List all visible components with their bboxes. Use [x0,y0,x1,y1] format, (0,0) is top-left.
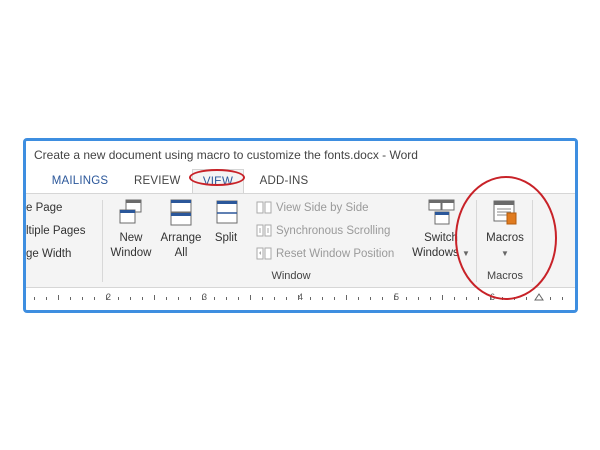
tab-mailings[interactable]: MAILINGS [50,169,110,193]
ruler-tick [406,297,407,300]
ruler-tick [382,297,383,300]
synchronous-scrolling-button[interactable]: Synchronous Scrolling [256,224,390,237]
ruler-tick [82,297,83,300]
new-window-label-2: Window [110,247,152,259]
ruler-tick [166,297,167,300]
split-icon [216,200,238,224]
ruler-tick [322,297,323,300]
ruler-tick [226,297,227,300]
ruler-tick [250,295,251,300]
ruler-tick [202,295,203,300]
ruler-tick [154,295,155,300]
arrange-all-icon [170,199,192,226]
one-page-button[interactable]: e Page [26,202,62,214]
ruler-tick [34,297,35,300]
ruler-tick [550,297,551,300]
ruler-tick [238,297,239,300]
ruler-tick [526,297,527,300]
ruler-tick [286,297,287,300]
ruler-tick [430,297,431,300]
ruler-tick [454,297,455,300]
synchronous-scrolling-icon [256,224,272,237]
ruler-tick [394,295,395,300]
indent-marker-icon[interactable] [534,293,544,301]
new-window-button[interactable]: New Window [106,198,156,261]
ruler-tick [70,297,71,300]
multiple-pages-button[interactable]: ltiple Pages [26,225,85,237]
ruler-tick [190,297,191,300]
ruler-tick [58,295,59,300]
ruler-tick [478,297,479,300]
arrange-all-button[interactable]: Arrange All [156,198,206,261]
ruler-tick [370,297,371,300]
new-window-icon [119,199,142,224]
ruler-tick [358,297,359,300]
arrange-all-label-1: Arrange [160,232,202,244]
view-side-by-side-icon [256,201,272,214]
window-group-label: Window [271,270,311,282]
ruler-tick [118,297,119,300]
ruler-tick [298,295,299,300]
ruler-tick [106,295,107,300]
page-width-button[interactable]: ge Width [26,248,71,260]
ruler-tick [178,297,179,300]
annotation-circle-macros [455,176,557,300]
reset-window-position-button[interactable]: Reset Window Position [256,247,394,260]
ruler-tick [130,297,131,300]
ruler-tick [442,295,443,300]
arrange-all-label-2: All [174,247,188,259]
ruler-tick [142,297,143,300]
annotation-circle-view [189,169,245,186]
ruler-tick [562,297,563,300]
group-separator [102,200,103,282]
ruler-tick [346,295,347,300]
tab-add-ins[interactable]: ADD-INS [256,169,312,193]
reset-window-position-label: Reset Window Position [276,247,395,260]
ruler-tick [334,297,335,300]
split-label: Split [214,232,238,244]
ruler-tick [214,297,215,300]
synchronous-scrolling-label: Synchronous Scrolling [276,224,391,237]
ruler-tick [418,297,419,300]
split-button[interactable]: Split [206,198,246,246]
view-side-by-side-button[interactable]: View Side by Side [256,201,368,214]
ruler-tick [466,297,467,300]
view-side-by-side-label: View Side by Side [276,201,369,214]
ruler-tick [262,297,263,300]
ruler-tick [94,297,95,300]
ruler-tick [310,297,311,300]
tab-review[interactable]: REVIEW [134,169,180,193]
new-window-label-1: New [119,232,143,244]
switch-windows-icon [428,199,455,225]
window-title: Create a new document using macro to cus… [26,141,575,169]
ruler-tick [46,297,47,300]
ruler-tick [274,297,275,300]
reset-window-position-icon [256,247,272,260]
